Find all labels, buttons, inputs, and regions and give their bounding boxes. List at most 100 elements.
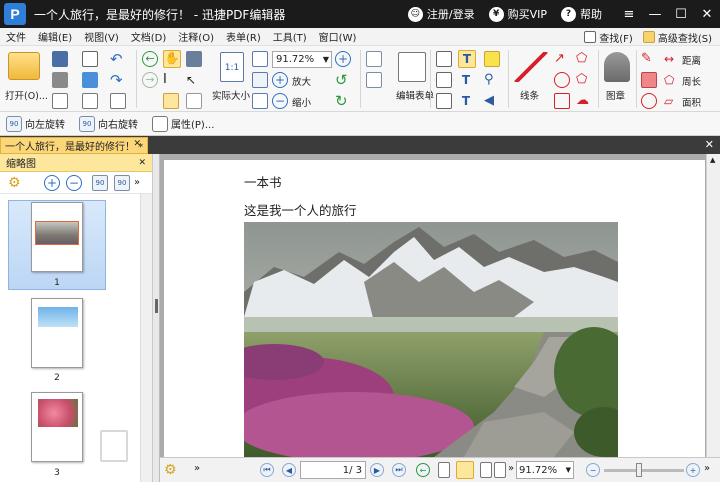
settings-gear-icon[interactable]: ⚙ bbox=[8, 175, 24, 191]
panel-close-icon[interactable]: ✕ bbox=[138, 158, 146, 168]
distance-icon[interactable]: ↔ bbox=[664, 51, 680, 67]
shape-delete-icon[interactable] bbox=[641, 93, 657, 109]
pencil-icon[interactable]: ✎ bbox=[641, 51, 657, 67]
thumbnail-page-3[interactable] bbox=[31, 392, 83, 462]
lines-label[interactable]: 线条 bbox=[520, 88, 539, 102]
status-end-more-icon[interactable]: » bbox=[704, 463, 720, 479]
distance-label[interactable]: 距离 bbox=[682, 53, 701, 67]
new-document-icon[interactable] bbox=[82, 93, 98, 109]
text-replace-icon[interactable] bbox=[436, 93, 452, 109]
rotate-ccw-icon[interactable]: ↺ bbox=[335, 72, 351, 88]
text-highlight-icon[interactable]: T bbox=[458, 50, 476, 68]
redo-icon[interactable]: ↷ bbox=[110, 72, 126, 88]
minimize-icon[interactable]: — bbox=[642, 0, 668, 28]
fit-width-icon[interactable] bbox=[252, 72, 268, 88]
fit-visible-icon[interactable] bbox=[252, 93, 268, 109]
menu-window[interactable]: 窗口(W) bbox=[313, 29, 363, 44]
sound-icon[interactable]: ◀ bbox=[484, 93, 500, 109]
single-page-icon[interactable] bbox=[438, 462, 450, 478]
document-view[interactable]: 一本书 这是我一个人的旅行 ▲ bbox=[160, 154, 720, 457]
camera-icon[interactable] bbox=[186, 51, 202, 67]
perimeter-label[interactable]: 周长 bbox=[682, 74, 701, 88]
stamp-label[interactable]: 图章 bbox=[606, 88, 625, 102]
document-vertical-scrollbar[interactable]: ▲ bbox=[706, 154, 720, 457]
zoom-select-icon[interactable] bbox=[186, 93, 202, 109]
edit-form-icon[interactable] bbox=[398, 52, 426, 82]
rotate-left-button[interactable]: 90 向左旋转 bbox=[6, 115, 65, 132]
attachment-icon[interactable]: ⚲ bbox=[484, 72, 500, 88]
email-icon[interactable] bbox=[82, 51, 98, 67]
status-zoom-combo[interactable]: 91.72% ▼ bbox=[516, 461, 574, 479]
help-link[interactable]: ? 帮助 bbox=[561, 6, 602, 22]
perimeter-icon[interactable]: ⬠ bbox=[664, 72, 680, 88]
first-page-icon[interactable]: ⏮ bbox=[260, 463, 274, 477]
menu-form[interactable]: 表单(R) bbox=[220, 29, 267, 44]
text-underline-icon[interactable]: T bbox=[458, 93, 474, 109]
zoom-in-label[interactable]: 放大 bbox=[292, 74, 311, 88]
menu-icon[interactable]: ≡ bbox=[616, 0, 642, 28]
close-icon[interactable]: ✕ bbox=[694, 0, 720, 28]
area-label[interactable]: 面积 bbox=[682, 95, 701, 109]
thumb-zoom-in-icon[interactable]: + bbox=[44, 175, 60, 191]
undo-icon[interactable]: ↶ bbox=[110, 51, 126, 67]
select-pointer-icon[interactable]: ↖ bbox=[186, 72, 202, 88]
zoom-slider-thumb[interactable] bbox=[636, 463, 642, 477]
area-icon[interactable]: ▱ bbox=[664, 93, 680, 109]
more-chevron-icon[interactable]: » bbox=[134, 175, 150, 191]
find-button[interactable]: 查找(F) bbox=[584, 30, 633, 45]
menu-document[interactable]: 文档(D) bbox=[125, 29, 173, 44]
advanced-find-button[interactable]: 高级查找(S) bbox=[642, 30, 712, 45]
thumb-rotate-left-icon[interactable]: 90 bbox=[92, 175, 108, 191]
document-tab[interactable]: 一个人旅行，是最好的修行！ * ✕ bbox=[0, 137, 148, 154]
last-page-icon[interactable]: ⏭ bbox=[392, 463, 406, 477]
buy-vip-link[interactable]: ¥ 购买VIP bbox=[488, 6, 547, 22]
open-folder-icon[interactable] bbox=[8, 52, 40, 80]
menu-comment[interactable]: 注释(O) bbox=[172, 29, 220, 44]
add-text-field-icon[interactable] bbox=[366, 51, 382, 67]
rotate-right-button[interactable]: 90 向右旋转 bbox=[79, 115, 138, 132]
thumb-zoom-out-icon[interactable]: − bbox=[66, 175, 82, 191]
menu-edit[interactable]: 编辑(E) bbox=[32, 29, 78, 44]
register-login-link[interactable]: ☺ 注册/登录 bbox=[407, 6, 475, 22]
next-page-icon[interactable]: ▶ bbox=[370, 463, 384, 477]
zoom-combo[interactable]: 91.72% ▼ bbox=[272, 51, 332, 68]
stamp-icon[interactable] bbox=[604, 52, 630, 82]
panel-splitter[interactable] bbox=[153, 154, 160, 482]
page-icon[interactable] bbox=[110, 93, 126, 109]
menu-file[interactable]: 文件 bbox=[0, 29, 32, 44]
hand-tool-icon[interactable]: ✋ bbox=[163, 50, 181, 68]
actual-size-label[interactable]: 实际大小 bbox=[212, 88, 250, 102]
thumbnail-list[interactable]: 1 2 3 bbox=[0, 194, 141, 482]
facing-page-icon[interactable] bbox=[480, 462, 492, 478]
scan-icon[interactable] bbox=[82, 72, 98, 88]
scroll-up-arrow-icon[interactable]: ▲ bbox=[710, 156, 715, 164]
arrow-tool-icon[interactable]: ↗ bbox=[554, 51, 570, 67]
forward-icon[interactable]: → bbox=[142, 72, 158, 88]
thumb-rotate-right-icon[interactable]: 90 bbox=[114, 175, 130, 191]
print-icon[interactable] bbox=[52, 72, 68, 88]
snapshot-icon[interactable] bbox=[163, 93, 179, 109]
add-checkbox-icon[interactable] bbox=[366, 72, 382, 88]
text-box-icon[interactable] bbox=[436, 51, 452, 67]
status-zoom-out-icon[interactable]: − bbox=[586, 463, 600, 477]
edit-form-label[interactable]: 编辑表单 bbox=[396, 88, 434, 102]
menu-view[interactable]: 视图(V) bbox=[78, 29, 125, 44]
page-number-input[interactable]: 1 / 3 bbox=[300, 461, 366, 479]
actual-size-icon[interactable]: 1:1 bbox=[220, 52, 244, 82]
status-zoom-in-icon[interactable]: + bbox=[686, 463, 700, 477]
thumbnail-page-1[interactable] bbox=[31, 202, 83, 272]
facing-continuous-icon[interactable] bbox=[494, 462, 506, 478]
status-settings-gear-icon[interactable]: ⚙ bbox=[164, 462, 180, 478]
zoom-in-icon[interactable]: + bbox=[272, 72, 288, 88]
zoom-out-icon[interactable]: − bbox=[272, 93, 288, 109]
text-insert-icon[interactable] bbox=[436, 72, 452, 88]
save-icon[interactable] bbox=[52, 51, 68, 67]
thumbnail-scrollbar[interactable] bbox=[140, 194, 152, 482]
ellipse-tool-icon[interactable] bbox=[554, 72, 570, 88]
select-text-icon[interactable]: I bbox=[163, 72, 179, 88]
document-icon[interactable] bbox=[52, 93, 68, 109]
status-more-icon[interactable]: » bbox=[194, 463, 210, 479]
rotate-cw-icon[interactable]: ↻ bbox=[335, 93, 351, 109]
pentagon-tool-icon[interactable]: ⬠ bbox=[576, 72, 592, 88]
rectangle-tool-icon[interactable] bbox=[554, 93, 570, 109]
